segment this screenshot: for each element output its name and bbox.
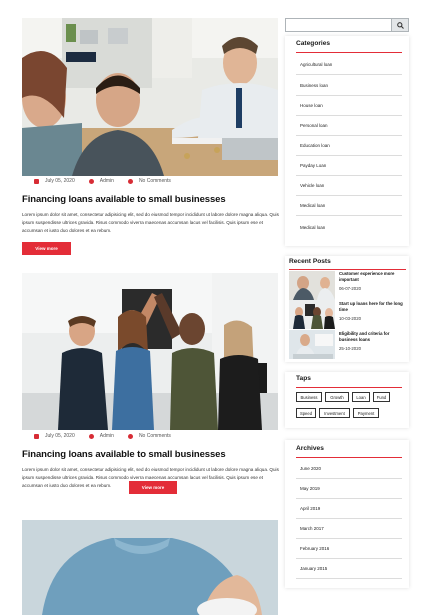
team-high-five-photo (22, 273, 278, 430)
recent-post-date: 25-10-2020 (339, 346, 361, 351)
recent-post-item[interactable]: Start up loans here for the long time 10… (289, 300, 407, 329)
post-title[interactable]: Financing loans available to small busin… (22, 194, 226, 205)
office-meeting-photo (22, 18, 278, 176)
calendar-icon (34, 433, 39, 439)
recent-post-image (289, 271, 335, 300)
category-item[interactable]: Business loan (296, 76, 402, 96)
category-item[interactable]: Medical loan (296, 196, 402, 216)
widget-title: Recent Posts (289, 258, 331, 265)
post-image[interactable] (22, 273, 278, 430)
post-title[interactable]: Financing loans available to small busin… (22, 449, 226, 460)
recent-post-item[interactable]: Eligibility and criteria for business lo… (289, 330, 407, 359)
post-meta: July 05, 2020 Admin No Comments (34, 178, 171, 184)
archive-item[interactable]: June 2020 (296, 459, 402, 479)
category-item[interactable]: Vehicle loan (296, 176, 402, 196)
blog-post: July 05, 2020 Admin No Comments Financin… (22, 18, 279, 258)
recent-post-thumbnail[interactable] (289, 271, 335, 300)
tag-fund[interactable]: Fund (373, 392, 390, 402)
recent-post-title[interactable]: Eligibility and criteria for business lo… (339, 331, 407, 343)
search-box (285, 18, 409, 32)
post-image[interactable] (22, 520, 278, 615)
category-item[interactable]: Medical loan (296, 217, 402, 237)
archive-item[interactable]: January 2015 (296, 559, 402, 579)
tag-investment[interactable]: Investment (319, 408, 350, 418)
user-icon (88, 178, 94, 184)
tag-speed[interactable]: Speed (296, 408, 316, 418)
widget-title: Archives (296, 445, 324, 452)
recent-post-thumbnail[interactable] (289, 300, 335, 329)
savings-photo (22, 520, 278, 615)
tag-loan[interactable]: Loan (352, 392, 370, 402)
post-comments[interactable]: No Comments (139, 433, 171, 439)
post-excerpt: Lorem ipsum dolor sit amet, consectetur … (22, 212, 279, 233)
widget-title-underline (296, 387, 402, 388)
tag-payment[interactable]: Payment (353, 408, 379, 418)
post-date: July 05, 2020 (45, 433, 75, 439)
blog-post (22, 520, 278, 615)
search-button[interactable] (391, 19, 408, 31)
archive-item[interactable]: May 2019 (296, 479, 402, 499)
widget-title: Taps (296, 375, 311, 382)
user-icon (88, 433, 94, 439)
post-comments[interactable]: No Comments (139, 178, 171, 184)
widget-title-underline (289, 269, 406, 270)
comment-icon (127, 178, 133, 184)
recent-post-date: 06-07-2020 (339, 286, 361, 291)
post-meta: July 05, 2020 Admin No Comments (34, 433, 171, 439)
widget-title: Categories (296, 40, 331, 47)
search-icon (396, 21, 404, 29)
recent-post-title[interactable]: Start up loans here for the long time (339, 301, 407, 313)
recent-post-thumbnail[interactable] (289, 330, 335, 359)
widget-title-underline (296, 457, 402, 458)
recent-post-date: 10-03-2020 (339, 316, 361, 321)
recent-post-image (289, 330, 335, 359)
archive-item[interactable]: March 2017 (296, 519, 402, 539)
widget-title-underline (296, 52, 402, 53)
tag-growth[interactable]: Growth (325, 392, 349, 402)
view-more-button[interactable]: View more (129, 481, 177, 494)
category-item[interactable]: House loan (296, 96, 402, 116)
category-item[interactable]: Agricultural loan (296, 55, 402, 75)
post-image[interactable] (22, 18, 278, 176)
search-input[interactable] (286, 19, 391, 31)
tag-business[interactable]: Business (296, 392, 322, 402)
recent-post-image (289, 300, 335, 329)
post-author[interactable]: Admin (100, 433, 114, 439)
category-item[interactable]: Personal loan (296, 116, 402, 136)
recent-posts-widget: Recent Posts Customer experience more im… (285, 256, 409, 362)
archive-item[interactable]: February 2016 (296, 539, 402, 559)
recent-post-title[interactable]: Customer experience more important (339, 271, 407, 283)
post-date: July 05, 2020 (45, 178, 75, 184)
blog-post: July 05, 2020 Admin No Comments Financin… (22, 273, 279, 503)
tags-widget: Taps Business Growth Loan Fund Speed Inv… (285, 372, 409, 428)
comment-icon (127, 433, 133, 439)
archives-widget: Archives June 2020 May 2019 April 2019 M… (285, 440, 409, 588)
view-more-button[interactable]: View more (22, 242, 71, 255)
category-item[interactable]: Education loan (296, 136, 402, 156)
recent-post-item[interactable]: Customer experience more important 06-07… (289, 271, 407, 300)
archive-item[interactable]: April 2019 (296, 499, 402, 519)
category-item[interactable]: Payday Loan (296, 156, 402, 176)
calendar-icon (34, 178, 39, 184)
post-author[interactable]: Admin (100, 178, 114, 184)
categories-widget: Categories Agricultural loan Business lo… (285, 36, 409, 246)
